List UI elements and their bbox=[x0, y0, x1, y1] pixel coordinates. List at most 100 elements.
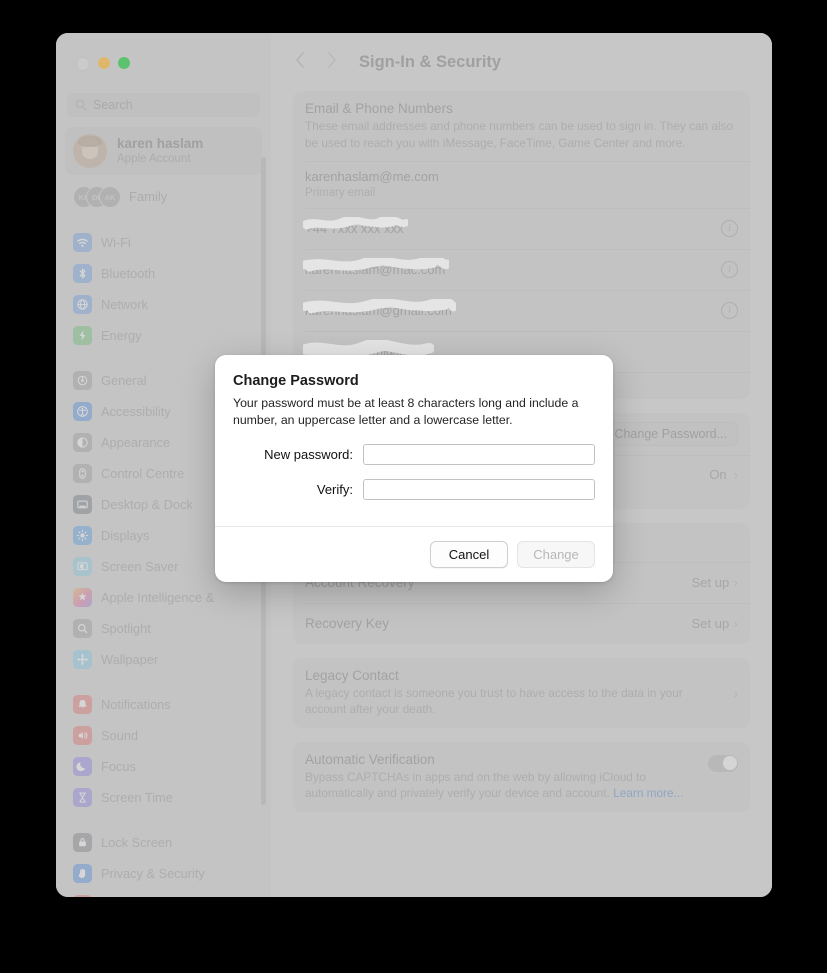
sidebar-item-bluetooth[interactable]: Bluetooth bbox=[65, 258, 262, 289]
sidebar-item-focus[interactable]: Focus bbox=[65, 751, 262, 782]
sidebar-item-label: Control Centre bbox=[101, 466, 185, 481]
section-title: Automatic Verification bbox=[305, 751, 435, 767]
displays-icon bbox=[73, 526, 92, 545]
desktop-dock-icon bbox=[73, 495, 92, 514]
chevron-right-icon: › bbox=[733, 685, 738, 701]
description-text: Bypass CAPTCHAs in apps and on the web b… bbox=[305, 769, 646, 801]
account-subtitle: Apple Account bbox=[117, 153, 191, 166]
sidebar-item-family[interactable]: KK DL AK Family bbox=[65, 179, 262, 213]
energy-bolt-icon bbox=[73, 326, 92, 345]
email-address: karenhaslam@gmail.com bbox=[305, 302, 452, 318]
row-label: Recovery Key bbox=[305, 616, 390, 632]
section-description: A legacy contact is someone you trust to… bbox=[305, 685, 683, 717]
info-icon[interactable]: i bbox=[721, 261, 738, 279]
back-button[interactable] bbox=[285, 47, 315, 77]
accessibility-icon bbox=[73, 402, 92, 421]
sidebar-item-wi-fi[interactable]: Wi-Fi bbox=[65, 227, 262, 258]
general-gear-icon bbox=[73, 371, 92, 390]
control-centre-icon bbox=[73, 464, 92, 483]
cancel-button[interactable]: Cancel bbox=[430, 541, 508, 568]
sidebar-item-apple-account[interactable]: karen haslam Apple Account bbox=[65, 127, 262, 175]
sidebar-item-label: Screen Saver bbox=[101, 559, 179, 574]
verify-password-input[interactable] bbox=[363, 478, 595, 500]
sidebar-item-lock-screen[interactable]: Lock Screen bbox=[65, 827, 262, 858]
email-address: karenhaslam@me.com bbox=[305, 169, 439, 185]
change-button[interactable]: Change bbox=[517, 541, 595, 568]
sidebar-item-label: Desktop & Dock bbox=[101, 497, 193, 512]
close-window-button[interactable] bbox=[76, 57, 90, 71]
new-password-input[interactable] bbox=[363, 443, 595, 465]
status-value: On bbox=[709, 466, 727, 482]
search-icon bbox=[75, 99, 87, 111]
info-icon[interactable]: i bbox=[721, 220, 738, 238]
section-description: Bypass CAPTCHAs in apps and on the web b… bbox=[305, 769, 698, 802]
toggle-knob bbox=[722, 756, 737, 771]
sidebar-item-label: General bbox=[101, 373, 147, 388]
sidebar-item-label: Bluetooth bbox=[101, 266, 156, 281]
chevron-right-icon: › bbox=[733, 574, 738, 590]
sidebar-item-label: Accessibility bbox=[101, 404, 171, 419]
account-name: karen haslam bbox=[117, 135, 204, 151]
sidebar-item-apple-intelligence[interactable]: Apple Intelligence & bbox=[65, 582, 262, 613]
network-globe-icon bbox=[73, 295, 92, 314]
sidebar-group-security: Lock Screen Privacy & Security Touch ID … bbox=[56, 827, 271, 897]
redacted-value: karenhaslam@mac.com bbox=[303, 257, 450, 279]
info-icon[interactable]: i bbox=[721, 302, 738, 320]
dialog-body: Change Password Your password must be at… bbox=[215, 355, 613, 500]
sidebar-item-privacy-and-security[interactable]: Privacy & Security bbox=[65, 858, 262, 889]
section-title: Email & Phone Numbers bbox=[305, 101, 453, 116]
chevron-left-icon bbox=[294, 51, 306, 74]
sidebar-item-label: Wi-Fi bbox=[101, 235, 131, 250]
table-row[interactable]: +44 7xxx xxx xxx i bbox=[293, 209, 750, 249]
new-password-label: New password: bbox=[264, 446, 353, 462]
primary-email-row[interactable]: karenhaslam@me.com Primary email bbox=[293, 162, 750, 208]
change-password-dialog: Change Password Your password must be at… bbox=[215, 355, 613, 582]
maximize-window-button[interactable] bbox=[118, 57, 130, 69]
screen-saver-icon bbox=[73, 557, 92, 576]
apple-intelligence-icon bbox=[73, 588, 92, 607]
chevron-right-icon bbox=[326, 51, 338, 74]
table-row[interactable]: karenhaslam@gmail.com i bbox=[293, 291, 750, 331]
recovery-key-row[interactable]: Recovery Key Set up › bbox=[293, 604, 750, 644]
chevron-right-icon: › bbox=[733, 615, 738, 631]
verify-password-row: Verify: bbox=[233, 478, 595, 500]
legacy-contact-card[interactable]: Legacy Contact A legacy contact is someo… bbox=[293, 657, 750, 728]
sidebar-item-label: Displays bbox=[101, 528, 150, 543]
sidebar-item-label: Apple Intelligence & bbox=[101, 590, 215, 605]
sidebar-item-notifications[interactable]: Notifications bbox=[65, 689, 262, 720]
dialog-description: Your password must be at least 8 charact… bbox=[233, 396, 579, 428]
search-input[interactable]: Search bbox=[67, 93, 260, 117]
sidebar-item-touch-id-and-password[interactable]: Touch ID & Password bbox=[65, 889, 262, 897]
sidebar-item-network[interactable]: Network bbox=[65, 289, 262, 320]
sidebar-item-wallpaper[interactable]: Wallpaper bbox=[65, 644, 262, 675]
sidebar-item-label: Privacy & Security bbox=[101, 866, 205, 881]
sidebar-item-sound[interactable]: Sound bbox=[65, 720, 262, 751]
sidebar-item-label: Appearance bbox=[101, 435, 171, 450]
sidebar-item-label: Notifications bbox=[101, 697, 171, 712]
automatic-verification-toggle[interactable] bbox=[708, 754, 738, 772]
legacy-contact-row[interactable]: Legacy Contact A legacy contact is someo… bbox=[293, 658, 750, 728]
change-password-button[interactable]: Change Password... bbox=[603, 421, 738, 446]
minimize-window-button[interactable] bbox=[98, 57, 110, 69]
sidebar-item-label: Wallpaper bbox=[101, 652, 159, 667]
sidebar-item-spotlight[interactable]: Spotlight bbox=[65, 613, 262, 644]
sidebar-item-energy[interactable]: Energy bbox=[65, 320, 262, 351]
screen: Search karen haslam Apple Account KK DL … bbox=[0, 0, 827, 973]
row-value: Set up bbox=[691, 615, 730, 631]
forward-button[interactable] bbox=[317, 47, 347, 77]
notifications-bell-icon bbox=[73, 695, 92, 714]
table-row[interactable]: karenhaslam@mac.com i bbox=[293, 250, 750, 290]
sidebar-item-label: Lock Screen bbox=[101, 835, 173, 850]
email-address: +44 7xxx xxx xxx bbox=[305, 220, 404, 236]
wifi-icon bbox=[73, 233, 92, 252]
section-title: Legacy Contact bbox=[305, 667, 399, 683]
sidebar-item-screen-time[interactable]: Screen Time bbox=[65, 782, 262, 813]
new-password-row: New password: bbox=[233, 443, 595, 465]
detail-toolbar: Sign-In & Security bbox=[271, 33, 772, 91]
dialog-title: Change Password bbox=[233, 373, 359, 389]
sound-speaker-icon bbox=[73, 726, 92, 745]
appearance-icon bbox=[73, 433, 92, 452]
learn-more-link[interactable]: Learn more... bbox=[613, 786, 683, 800]
sidebar-item-label: Focus bbox=[101, 759, 136, 774]
sidebar-item-label: Sound bbox=[101, 728, 139, 743]
